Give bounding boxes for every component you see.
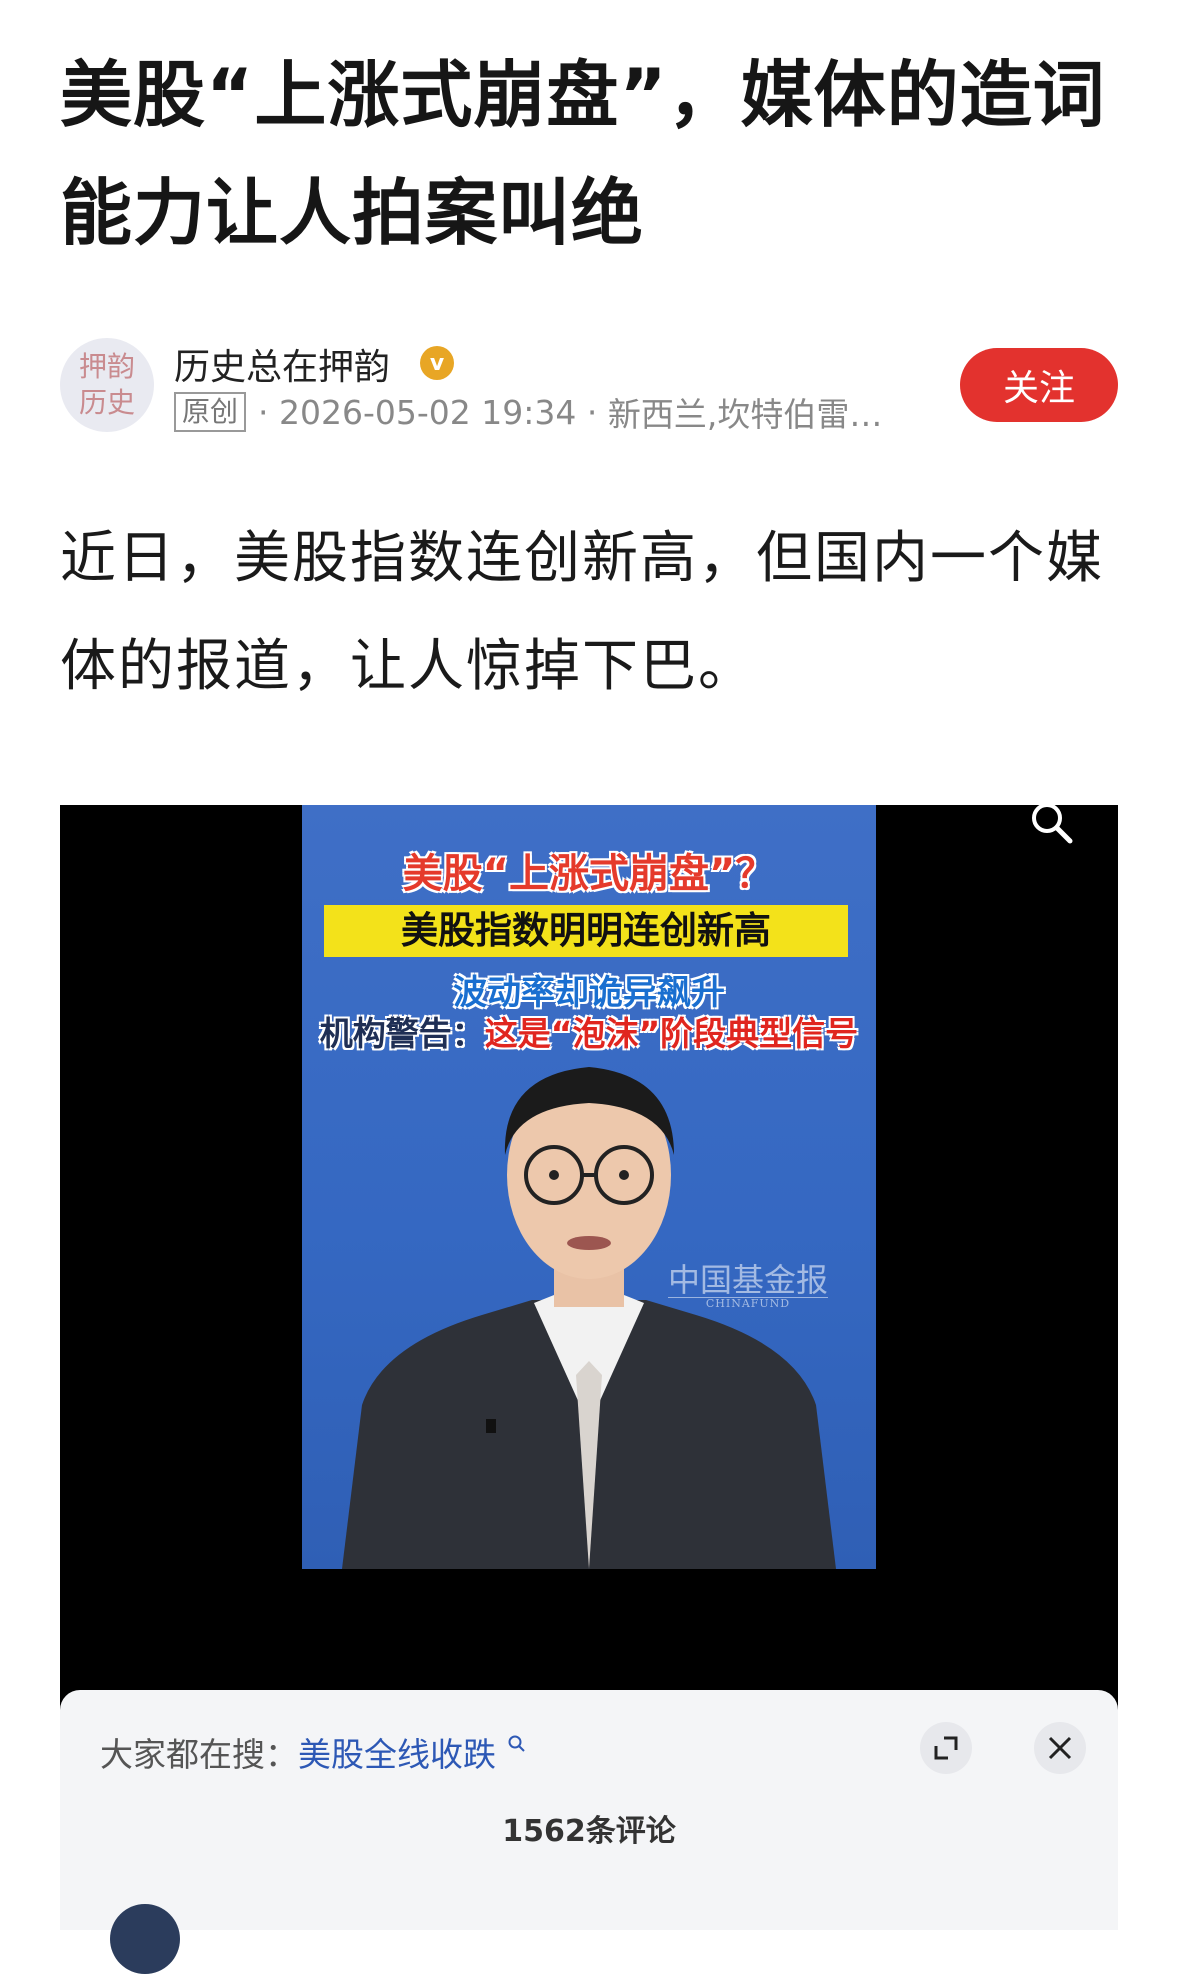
article-title: 美股“上涨式崩盘”，媒体的造词能力让人拍案叫绝: [60, 53, 1106, 255]
hot-search[interactable]: 大家都在搜：美股全线收跌: [100, 1728, 527, 1776]
watermark-text: 中国基金报: [668, 1261, 829, 1299]
article-meta: 原创 · 2026-05-02 19:34 · 新西兰,坎特伯雷…: [174, 388, 882, 436]
search-icon[interactable]: [1026, 805, 1076, 847]
hot-search-label: 大家都在搜：: [100, 1735, 298, 1774]
expand-icon: [934, 1736, 958, 1760]
hot-search-keyword[interactable]: 美股全线收跌: [298, 1735, 496, 1774]
avatar-text-top: 押韵: [78, 350, 135, 383]
video-headline: 美股“上涨式崩盘”？: [402, 851, 776, 897]
original-badge: 原创: [174, 392, 247, 432]
comments-panel: 大家都在搜：美股全线收跌 1562条评论: [60, 1690, 1118, 1974]
publish-timestamp: 2026-05-02 19:34: [279, 392, 577, 432]
commenter-avatar[interactable]: [110, 1904, 180, 1974]
close-button[interactable]: [1034, 1722, 1086, 1774]
avatar-text-bottom: 历史: [78, 386, 135, 419]
expand-button[interactable]: [920, 1722, 972, 1774]
author-avatar[interactable]: 押韵 历史: [60, 338, 154, 432]
verified-icon: v: [420, 346, 454, 380]
publish-location: 新西兰,坎特伯雷…: [607, 395, 883, 434]
follow-button[interactable]: 关注: [960, 348, 1118, 422]
author-name[interactable]: 历史总在押韵: [174, 338, 390, 390]
close-icon: [1048, 1736, 1072, 1760]
small-search-icon: [508, 1735, 525, 1752]
meta-dot: ·: [258, 392, 279, 432]
comment-count: 1562条评论: [502, 1814, 676, 1849]
video-frame: 美股“上涨式崩盘”？ 美股指数明明连创新高 波动率却诡异飙升 机构警告：这是“泡…: [302, 805, 876, 1569]
chinafund-watermark: 中国基金报 CHINAFUND: [668, 1263, 828, 1310]
meta-dot: ·: [576, 392, 608, 432]
article-body: 近日，美股指数连创新高，但国内一个媒体的报道，让人惊掉下巴。: [60, 526, 1104, 699]
video-yellow-bar: 美股指数明明连创新高: [324, 905, 848, 957]
